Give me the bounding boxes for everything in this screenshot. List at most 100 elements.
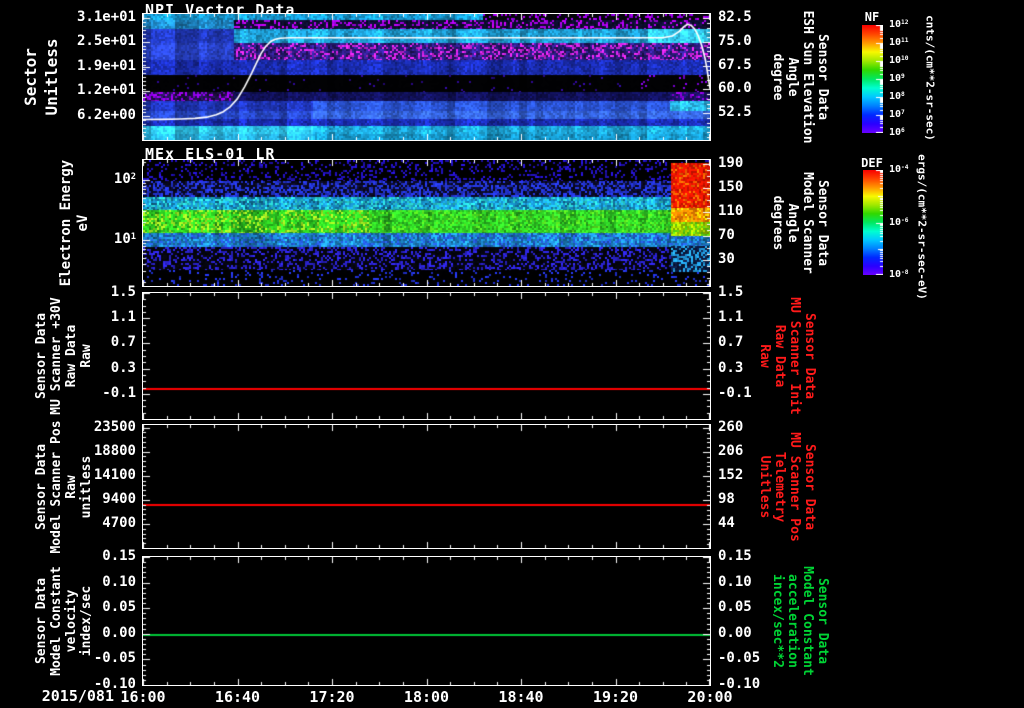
axis-title-line: Sensor Data xyxy=(34,577,49,665)
tick-label: 0.7 xyxy=(718,334,744,351)
tick-label: 1012 xyxy=(889,19,909,30)
tick-label: 17:20 xyxy=(309,688,355,706)
model-scanner-pos-canvas xyxy=(143,425,710,548)
y2-axis-title-scanner-angle: Sensor Data Model Scanner Angle degrees xyxy=(770,172,830,274)
mu-scanner-30v-canvas xyxy=(143,293,710,419)
tick-label: 101 xyxy=(113,230,136,247)
tick-label: 1010 xyxy=(889,55,909,66)
panel-model-scanner-pos xyxy=(142,424,711,549)
axis-title-line: ESH Sun Elevation xyxy=(800,10,815,144)
tick-label: 1.9e+01 xyxy=(76,57,136,74)
plot-screen: NPI Vector Data MEx ELS-01 LR Sector Uni… xyxy=(0,0,1024,708)
axis-title-line: acceleration xyxy=(785,574,800,668)
axis-title-line: Angle xyxy=(785,57,800,97)
tick-label: 1.2e+01 xyxy=(76,82,136,99)
tick-label: 1.1 xyxy=(718,309,744,326)
tick-label: 106 xyxy=(889,127,905,138)
tick-label: 70 xyxy=(718,227,735,244)
tick-label: 52.5 xyxy=(718,104,752,121)
axis-title-line: Model Scanner Pos xyxy=(49,420,64,554)
y2-axis-title-acceleration: Sensor Data Model Constant acceleration … xyxy=(770,566,830,676)
tick-label: 9400 xyxy=(102,490,136,507)
tick-label: 0.10 xyxy=(102,573,136,590)
tick-label: 0.00 xyxy=(102,624,136,641)
colorbar-def-unit: ergs/(cm**2-sr-sec-eV) xyxy=(915,154,929,300)
tick-label: 0.05 xyxy=(718,599,752,616)
tick-label: 19:20 xyxy=(592,688,639,706)
tick-label: 110 xyxy=(718,203,744,220)
axis-title-line: Model Constant xyxy=(49,566,64,676)
axis-title-line: Raw Data xyxy=(772,324,787,388)
tick-label: 102 xyxy=(113,170,136,187)
axis-title-line: Sensor Data xyxy=(815,33,830,121)
y2-axis-title-mu-scanner-init: Sensor Data MU Scanner Init Raw Data Raw xyxy=(757,297,817,414)
axis-title-line: Raw Data xyxy=(64,324,79,388)
axis-title-line: unitless xyxy=(79,455,94,519)
tick-label: 18:40 xyxy=(498,688,544,706)
axis-title-line: index/sec xyxy=(79,585,94,657)
axis-title-line: Sector xyxy=(21,48,40,106)
axis-title-line: Sensor Data xyxy=(34,312,49,400)
axis-title-line: Unitless xyxy=(757,455,772,519)
axis-title-line: degree xyxy=(770,53,785,101)
tick-label: -0.1 xyxy=(718,384,752,401)
tick-label: 10-6 xyxy=(889,216,909,228)
tick-label: 23500 xyxy=(93,418,136,435)
tick-label: 0.10 xyxy=(718,573,752,590)
tick-label: 2.5e+01 xyxy=(76,33,136,50)
tick-label: -0.1 xyxy=(102,384,136,401)
tick-label: 60.0 xyxy=(718,80,752,97)
tick-label: 18:00 xyxy=(403,688,450,706)
tick-label: 0.15 xyxy=(102,548,136,564)
axis-title-line: Sensor Data xyxy=(34,443,49,531)
panel-npi-spectrogram xyxy=(142,13,711,141)
tick-label: 152 xyxy=(718,466,744,483)
tick-label: 16:40 xyxy=(214,688,261,706)
y-axis-title-model-scanner-pos: Sensor Data Model Scanner Pos Raw unitle… xyxy=(34,420,94,553)
tick-label: 0.7 xyxy=(110,334,136,351)
tick-label: 3.1e+01 xyxy=(76,8,136,25)
tick-label: 20:00 xyxy=(687,688,733,706)
tick-label: 108 xyxy=(889,91,905,102)
tick-label: 1011 xyxy=(889,37,909,48)
tick-label: -0.05 xyxy=(718,650,761,667)
axis-title-line: MU Scanner Init xyxy=(787,297,802,415)
tick-label: 44 xyxy=(718,514,735,531)
axis-title-line: Raw xyxy=(79,344,94,368)
tick-label: 0.00 xyxy=(718,624,752,641)
axis-title-line: Raw xyxy=(64,475,79,499)
axis-title-line: Sensor Data xyxy=(815,577,830,665)
els-spectrogram-canvas xyxy=(143,160,710,286)
tick-label: 4700 xyxy=(102,514,136,531)
colorbar-nf-ticks xyxy=(862,25,883,133)
colorbar-def xyxy=(863,170,883,275)
axis-title-line: Sensor Data xyxy=(802,443,817,531)
tick-label: 10-8 xyxy=(889,269,909,280)
npi-spectrogram-canvas xyxy=(143,14,710,140)
tick-label: 0.05 xyxy=(102,599,136,616)
panel-els-spectrogram xyxy=(142,159,711,287)
tick-label: 1.5 xyxy=(110,284,136,300)
axis-title-line: Model Constant xyxy=(800,566,815,676)
axis-title-line: incex/sec**2 xyxy=(770,574,785,668)
tick-label: 16:00 xyxy=(120,688,166,706)
axis-title-line: Sensor Data xyxy=(802,312,817,400)
colorbar-def-ticks xyxy=(863,170,883,275)
tick-label: 260 xyxy=(718,418,744,435)
axis-title-line: degrees xyxy=(770,195,785,251)
tick-label: 0.3 xyxy=(718,359,744,376)
axis-title-line: velocity xyxy=(64,589,79,653)
tick-label: -0.05 xyxy=(93,650,136,667)
tick-label: 82.5 xyxy=(718,9,752,26)
tick-label: 18800 xyxy=(93,442,136,459)
axis-title-line: Unitless xyxy=(42,38,61,116)
tick-label: 1.5 xyxy=(718,284,744,300)
y2-axis-title-mu-scanner-pos: Sensor Data MU Scanner Pos Telemetry Uni… xyxy=(757,432,817,542)
tick-label: 14100 xyxy=(93,466,136,483)
y-axis-title-mu-scanner-30v: Sensor Data MU Scanner +30V Raw Data Raw xyxy=(34,297,94,414)
y2-axis-title-sun-elevation: Sensor Data ESH Sun Elevation Angle degr… xyxy=(770,10,830,143)
tick-label: 10-4 xyxy=(889,164,909,175)
tick-label: 0.15 xyxy=(718,548,752,564)
axis-title-line: Electron Energy xyxy=(58,159,74,287)
axis-title-line: Model Scanner xyxy=(800,172,815,274)
